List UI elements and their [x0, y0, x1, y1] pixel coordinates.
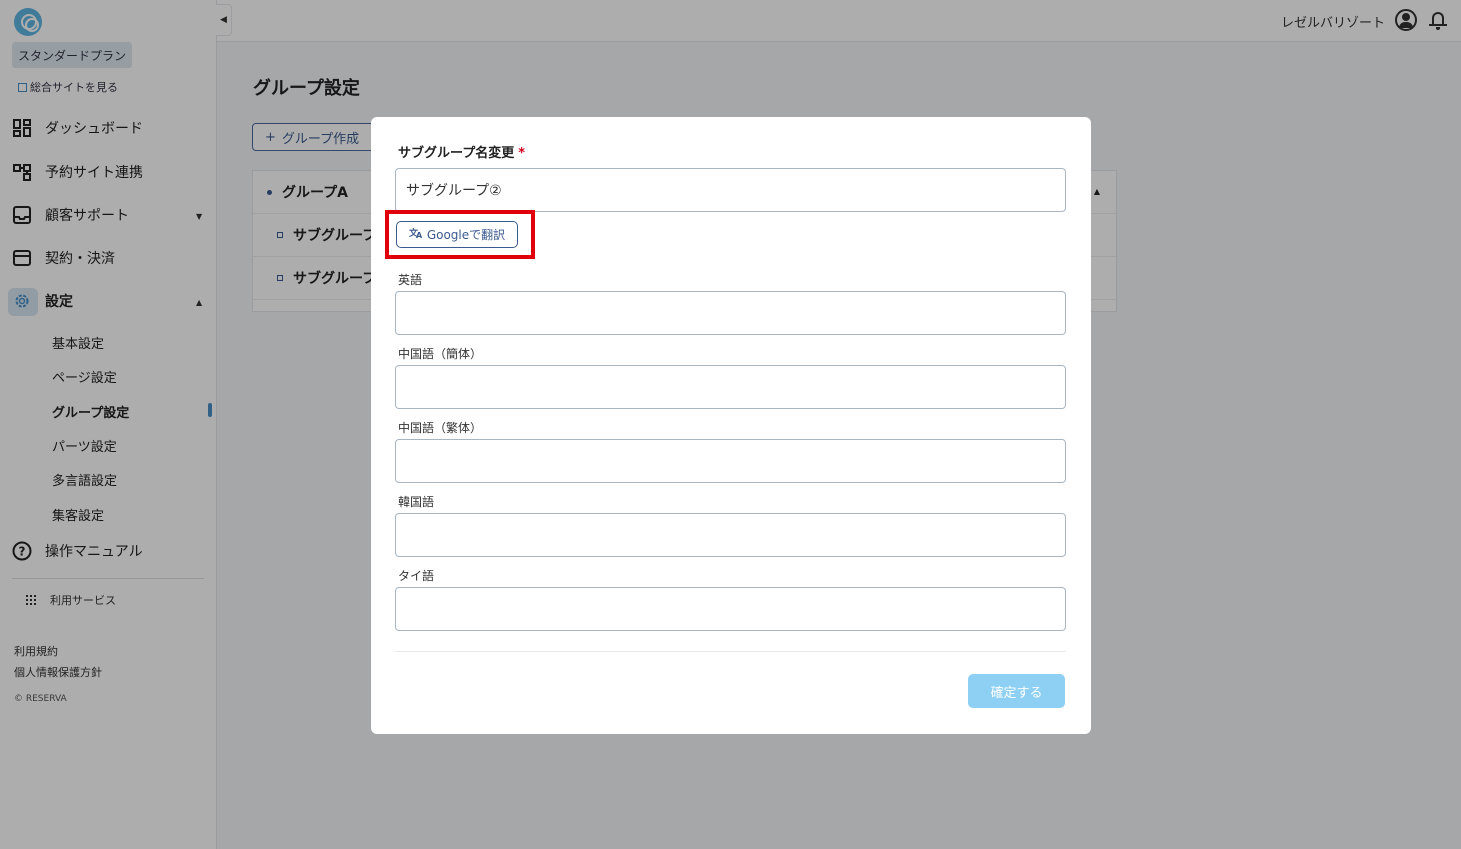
modal-divider — [395, 651, 1066, 652]
required-mark: * — [518, 146, 526, 161]
korean-input[interactable] — [395, 513, 1066, 557]
chinese-simplified-input[interactable] — [395, 365, 1066, 409]
rename-subgroup-modal: サブグループ名変更* 文A Googleで翻訳 英語 中国語（簡体） 中国語（繁… — [371, 117, 1091, 734]
chinese-traditional-input[interactable] — [395, 439, 1066, 483]
subgroup-name-input[interactable] — [395, 168, 1066, 212]
highlight-annotation — [385, 210, 535, 259]
thai-input[interactable] — [395, 587, 1066, 631]
confirm-button[interactable]: 確定する — [968, 674, 1065, 708]
modal-title-text: サブグループ名変更 — [398, 146, 515, 161]
field-label-korean: 韓国語 — [398, 495, 435, 509]
field-label-english: 英語 — [398, 273, 423, 287]
field-label-chinese-traditional: 中国語（繁体） — [398, 421, 483, 435]
modal-title: サブグループ名変更 * — [398, 142, 525, 161]
field-label-chinese-simplified: 中国語（簡体） — [398, 347, 483, 361]
english-input[interactable] — [395, 291, 1066, 335]
field-label-thai: タイ語 — [398, 569, 435, 583]
